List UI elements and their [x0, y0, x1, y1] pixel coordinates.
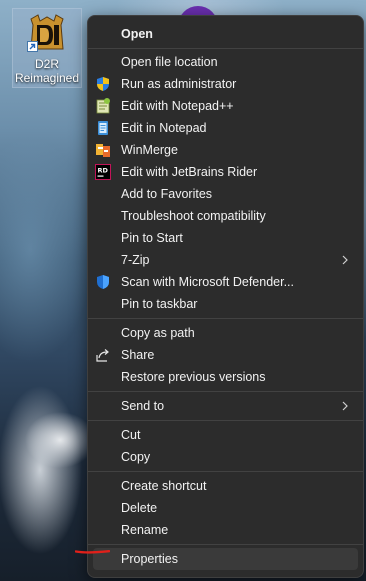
menu-item-label: Rename: [121, 523, 169, 537]
menu-item-label: Open: [121, 27, 153, 41]
menu-item-send-to[interactable]: Send to: [93, 395, 358, 417]
menu-item-7-zip[interactable]: 7-Zip: [93, 249, 358, 271]
menu-item-add-to-favorites[interactable]: Add to Favorites: [93, 183, 358, 205]
menu-separator: [88, 318, 363, 319]
menu-item-run-as-administrator[interactable]: Run as administrator: [93, 73, 358, 95]
menu-item-pin-to-start[interactable]: Pin to Start: [93, 227, 358, 249]
share-icon: [96, 349, 109, 362]
menu-item-label: 7-Zip: [121, 253, 150, 267]
menu-item-label: Pin to taskbar: [121, 297, 198, 311]
d2r-shortcut[interactable]: D2R Reimagined: [12, 8, 82, 88]
uac-shield-icon: [97, 77, 109, 91]
menu-item-label: Scan with Microsoft Defender...: [121, 275, 294, 289]
menu-item-edit-in-notepad[interactable]: Edit in Notepad: [93, 117, 358, 139]
menu-item-label: Copy as path: [121, 326, 195, 340]
menu-item-label: Properties: [121, 552, 178, 566]
menu-item-label: Delete: [121, 501, 158, 515]
chevron-right-icon: [342, 401, 348, 411]
menu-item-label: Edit with JetBrains Rider: [121, 165, 258, 179]
menu-item-open-file-location[interactable]: Open file location: [93, 51, 358, 73]
menu-separator: [88, 544, 363, 545]
menu-item-open[interactable]: Open: [93, 23, 358, 45]
svg-text:RD: RD: [98, 167, 109, 175]
menu-item-copy[interactable]: Copy: [93, 446, 358, 468]
menu-item-edit-with-jetbrains-rider[interactable]: RD Edit with JetBrains Rider: [93, 161, 358, 183]
menu-item-winmerge[interactable]: WinMerge: [93, 139, 358, 161]
menu-separator: [88, 420, 363, 421]
menu-item-label: WinMerge: [121, 143, 178, 157]
menu-item-rename[interactable]: Rename: [93, 519, 358, 541]
notepad-plus-plus-icon: [96, 98, 110, 114]
menu-item-restore-previous-versions[interactable]: Restore previous versions: [93, 366, 358, 388]
rider-icon: RD: [95, 164, 111, 180]
shortcut-label-line2: Reimagined: [14, 71, 80, 85]
menu-item-pin-to-taskbar[interactable]: Pin to taskbar: [93, 293, 358, 315]
notepad-icon: [98, 121, 108, 135]
menu-item-label: Edit with Notepad++: [121, 99, 234, 113]
menu-item-delete[interactable]: Delete: [93, 497, 358, 519]
menu-item-properties[interactable]: Properties: [93, 548, 358, 570]
menu-item-edit-with-notepad-plus-plus[interactable]: Edit with Notepad++: [93, 95, 358, 117]
menu-item-label: Open file location: [121, 55, 218, 69]
menu-separator: [88, 471, 363, 472]
menu-item-copy-as-path[interactable]: Copy as path: [93, 322, 358, 344]
menu-item-label: Share: [121, 348, 155, 362]
menu-item-label: Pin to Start: [121, 231, 183, 245]
red-annotation-mark: [75, 550, 110, 554]
menu-item-label: Run as administrator: [121, 77, 237, 91]
menu-separator: [88, 48, 363, 49]
menu-item-troubleshoot-compatibility[interactable]: Troubleshoot compatibility: [93, 205, 358, 227]
defender-shield-icon: [97, 275, 109, 289]
menu-item-label: Troubleshoot compatibility: [121, 209, 266, 223]
menu-item-label: Copy: [121, 450, 151, 464]
menu-item-cut[interactable]: Cut: [93, 424, 358, 446]
shortcut-label-line1: D2R: [34, 57, 59, 71]
menu-item-label: Cut: [121, 428, 141, 442]
menu-separator: [88, 391, 363, 392]
menu-item-label: Send to: [121, 399, 165, 413]
context-menu: Open Open file location Run as administr…: [87, 15, 364, 578]
menu-item-label: Edit in Notepad: [121, 121, 207, 135]
menu-item-label: Create shortcut: [121, 479, 207, 493]
chevron-right-icon: [342, 255, 348, 265]
menu-item-label: Add to Favorites: [121, 187, 213, 201]
menu-item-label: Restore previous versions: [121, 370, 266, 384]
winmerge-icon: [96, 144, 110, 157]
shortcut-arrow-icon: [27, 41, 38, 52]
menu-item-scan-with-microsoft-defender[interactable]: Scan with Microsoft Defender...: [93, 271, 358, 293]
menu-item-create-shortcut[interactable]: Create shortcut: [93, 475, 358, 497]
menu-item-share[interactable]: Share: [93, 344, 358, 366]
shortcut-label: D2R Reimagined: [13, 57, 81, 85]
